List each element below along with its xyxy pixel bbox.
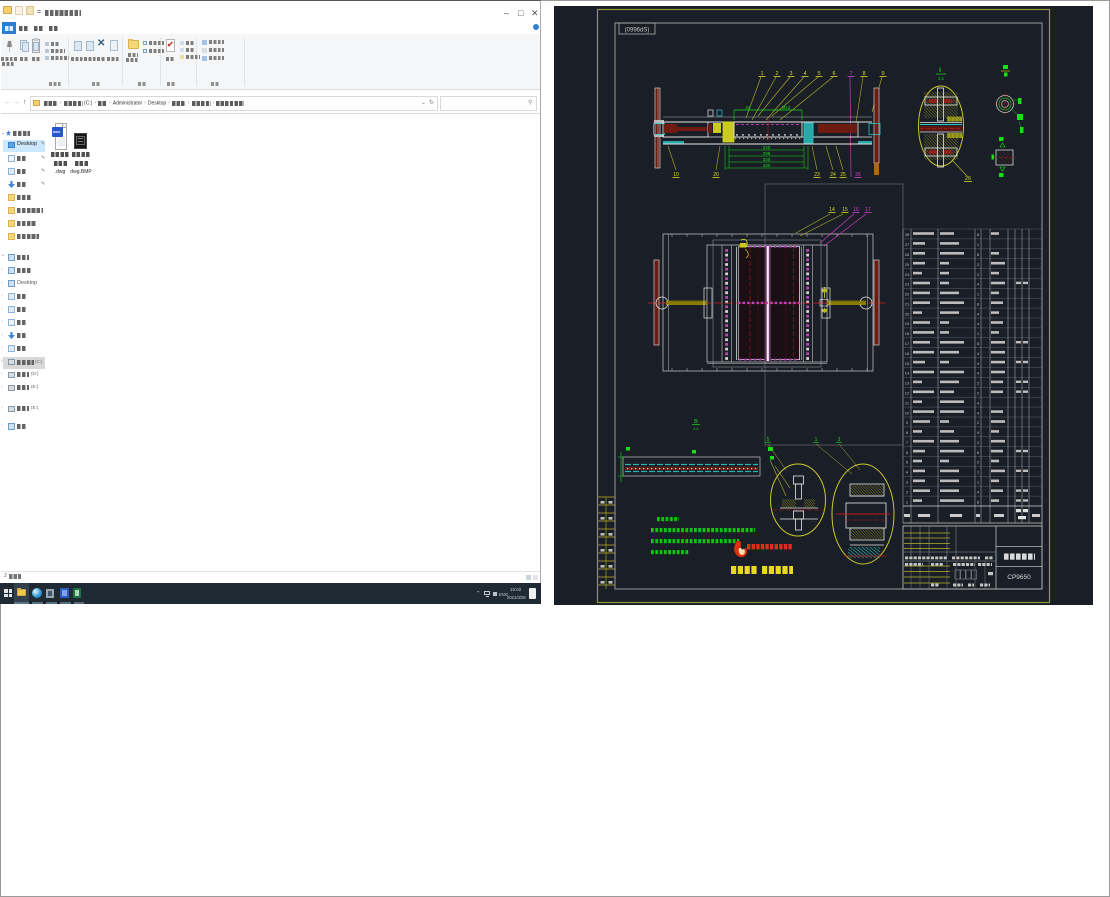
svg-text:5: 5	[767, 437, 770, 443]
svg-text:320: 320	[763, 157, 771, 162]
svg-text:19: 19	[905, 321, 910, 326]
svg-text:M12: M12	[782, 105, 791, 110]
svg-text:23: 23	[905, 282, 910, 287]
svg-text:10: 10	[905, 410, 910, 415]
svg-text:18: 18	[905, 331, 910, 336]
svg-text:27: 27	[905, 242, 910, 247]
svg-text:(0996dS): (0996dS)	[625, 28, 650, 34]
svg-text:21: 21	[905, 301, 910, 306]
svg-text:20: 20	[905, 311, 910, 316]
svg-text:13: 13	[905, 381, 910, 386]
svg-text:24: 24	[745, 105, 751, 110]
svg-text:24: 24	[905, 272, 910, 277]
svg-text:1:1: 1:1	[693, 426, 699, 431]
svg-text:430: 430	[763, 163, 771, 168]
svg-text:1: 1	[815, 437, 818, 443]
svg-text:22: 22	[905, 292, 910, 297]
svg-text:14: 14	[905, 371, 910, 376]
svg-text:12: 12	[905, 391, 910, 396]
svg-text:16: 16	[905, 351, 910, 356]
svg-text:CP9650: CP9650	[1007, 574, 1031, 581]
svg-text:25: 25	[905, 262, 910, 267]
svg-text:240: 240	[763, 145, 771, 150]
svg-text:17: 17	[905, 341, 910, 346]
svg-text:28: 28	[905, 232, 910, 237]
svg-text:1:1: 1:1	[938, 76, 945, 81]
svg-text:B: B	[694, 419, 698, 425]
svg-text:26: 26	[905, 252, 910, 257]
svg-text:15: 15	[905, 361, 910, 366]
svg-text:3: 3	[838, 437, 841, 443]
svg-text:296: 296	[763, 151, 771, 156]
